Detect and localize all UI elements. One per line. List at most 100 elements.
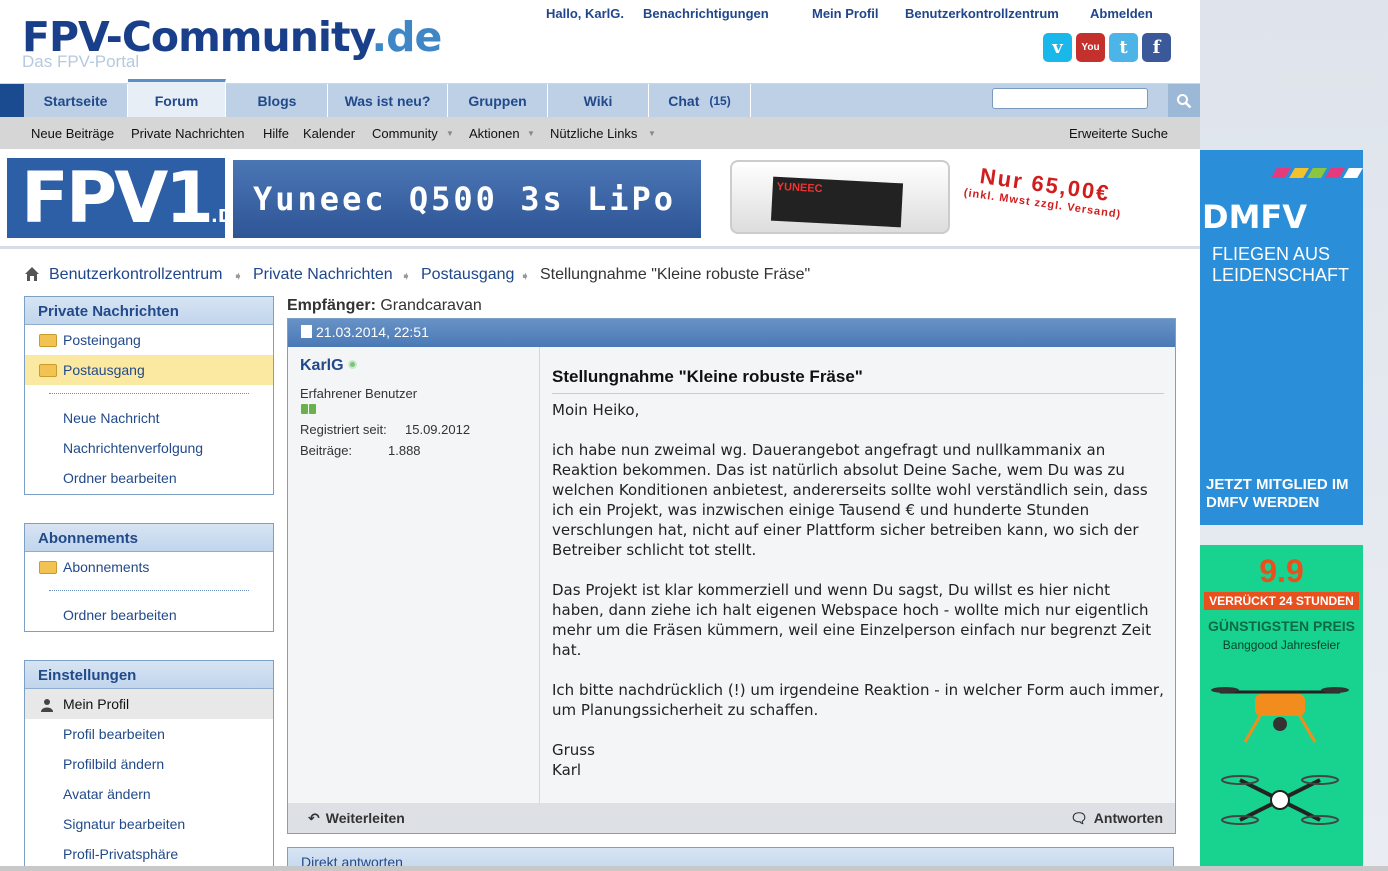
user-title: Erfahrener Benutzer — [300, 386, 418, 401]
breadcrumb-separator-icon: ➧ — [520, 269, 531, 283]
message-date: 21.03.2014, 22:51 — [316, 324, 429, 340]
online-status-icon — [347, 360, 357, 369]
message-content: Stellungnahme "Kleine robuste Fräse" Moi… — [552, 347, 1164, 800]
community-dropdown-icon[interactable]: ▼ — [446, 129, 454, 138]
subnav-useful-links[interactable]: Nützliche Links — [550, 126, 637, 141]
message-paragraph: Das Projekt ist klar kommerziell und wen… — [552, 581, 1152, 659]
recipient-name[interactable]: Grandcaravan — [380, 297, 481, 314]
user-info-panel: KarlG Erfahrener Benutzer Registriert se… — [288, 347, 540, 805]
sidebar-item-outbox[interactable]: Postausgang — [25, 355, 273, 385]
home-icon[interactable] — [24, 266, 40, 287]
battery-image: YUNEEC — [730, 160, 950, 234]
tab-chat[interactable]: Chat (15) — [649, 84, 751, 118]
sidebar-item-edit-folders[interactable]: Ordner bearbeiten — [25, 463, 273, 493]
tab-forum[interactable]: Forum — [128, 79, 226, 118]
tab-startseite[interactable]: Startseite — [24, 84, 128, 118]
my-profile-link[interactable]: Mein Profil — [812, 6, 878, 21]
sidebar-item-profile-picture[interactable]: Profilbild ändern — [25, 749, 273, 779]
usercp-link[interactable]: Benutzerkontrollzentrum — [905, 6, 1059, 21]
post-count-info: Beiträge: 1.888 — [300, 443, 421, 458]
vimeo-icon[interactable]: v — [1043, 33, 1072, 62]
tab-gruppen[interactable]: Gruppen — [448, 84, 548, 118]
sidebar-settings-title[interactable]: Einstellungen — [25, 661, 273, 689]
user-icon — [41, 699, 53, 712]
subnav-help[interactable]: Hilfe — [263, 126, 289, 141]
page: FPV-Community.de Das FPV-Portal Hallo, K… — [0, 0, 1200, 871]
search-input[interactable] — [992, 88, 1148, 109]
subnav-aktionen[interactable]: Aktionen — [469, 126, 520, 141]
message-header: 21.03.2014, 22:51 — [288, 319, 1175, 347]
twitter-icon[interactable]: t — [1109, 33, 1138, 62]
tab-was-ist-neu[interactable]: Was ist neu? — [328, 84, 448, 118]
aktionen-dropdown-icon[interactable]: ▼ — [527, 129, 535, 138]
reply-button[interactable]: 🗨 Antworten — [1070, 810, 1163, 827]
sidebar-item-message-tracking[interactable]: Nachrichtenverfolgung — [25, 433, 273, 463]
sidebar-item-avatar[interactable]: Avatar ändern — [25, 779, 273, 809]
quadcopter-image — [1221, 775, 1339, 825]
subnav-private-messages[interactable]: Private Nachrichten — [131, 126, 244, 141]
useful-links-dropdown-icon[interactable]: ▼ — [648, 129, 656, 138]
sidebar-item-my-profile[interactable]: Mein Profil — [25, 689, 273, 719]
banggood-crazy-label: VERRÜCKT 24 STUNDEN — [1204, 592, 1359, 610]
logo-text-tld: .de — [371, 13, 443, 61]
breadcrumb-separator-icon: ➧ — [233, 269, 244, 283]
sidebar-item-privacy[interactable]: Profil-Privatsphäre — [25, 839, 273, 869]
sidebar-item-edit-profile[interactable]: Profil bearbeiten — [25, 719, 273, 749]
sidebar-subscriptions-title[interactable]: Abonnements — [25, 524, 273, 552]
sidebar-item-new-message[interactable]: Neue Nachricht — [25, 403, 273, 433]
message-title: Stellungnahme "Kleine robuste Fräse" — [552, 367, 1164, 394]
sidebar-item-signature[interactable]: Signatur bearbeiten — [25, 809, 273, 839]
banner-ad[interactable]: FPV1.DE Yuneec Q500 3s LiPo YUNEEC Nur 6… — [0, 150, 1200, 248]
logout-link[interactable]: Abmelden — [1090, 6, 1153, 21]
forward-button[interactable]: ↶ Weiterleiten — [308, 810, 405, 827]
recipient-label: Empfänger: — [287, 297, 376, 314]
sidebar-item-subscriptions[interactable]: Abonnements — [25, 552, 273, 582]
sidebar-pm-title[interactable]: Private Nachrichten — [25, 297, 273, 325]
message-body: Moin Heiko, ich habe nun zweimal wg. Dau… — [552, 400, 1164, 780]
tab-blogs[interactable]: Blogs — [227, 84, 328, 118]
folder-icon — [39, 364, 57, 377]
registered-info: Registriert seit: 15.09.2012 — [300, 422, 471, 437]
sidebar-settings-box: Einstellungen Mein Profil Profil bearbei… — [24, 660, 274, 871]
message-paragraph: Ich bitte nachdrücklich (!) um irgendein… — [552, 681, 1164, 719]
tab-wiki[interactable]: Wiki — [548, 84, 649, 118]
message-post: 21.03.2014, 22:51 KarlG Erfahrener Benut… — [287, 318, 1176, 834]
dmfv-join-text: JETZT MITGLIED IM DMFV WERDEN — [1206, 476, 1349, 511]
message-paragraph: ich habe nun zweimal wg. Dauerangebot an… — [552, 441, 1148, 559]
folder-icon — [39, 561, 57, 574]
search-button[interactable] — [1168, 84, 1200, 118]
message-paragraph: Moin Heiko, — [552, 401, 640, 419]
breadcrumb-outbox[interactable]: Postausgang — [421, 266, 514, 284]
social-icons: v You t f — [1043, 33, 1171, 62]
sidebar-pm-box: Private Nachrichten Posteingang Postausg… — [24, 296, 274, 495]
sidebar-item-edit-sub-folders[interactable]: Ordner bearbeiten — [25, 600, 273, 630]
search-icon — [1177, 94, 1192, 109]
notifications-link[interactable]: Benachrichtigungen — [643, 6, 769, 21]
subnav-calendar[interactable]: Kalender — [303, 126, 355, 141]
fpv1-logo: FPV1.DE — [7, 158, 245, 238]
breadcrumb-separator-icon: ➧ — [401, 269, 412, 283]
breadcrumb-private-messages[interactable]: Private Nachrichten — [253, 266, 393, 284]
folder-icon — [39, 334, 57, 347]
recipient-line: Empfänger: Grandcaravan — [287, 297, 482, 315]
banner-product-text: Yuneec Q500 3s LiPo — [233, 160, 701, 238]
banggood-number: 9.9 — [1259, 553, 1304, 589]
youtube-icon[interactable]: You — [1076, 33, 1105, 62]
advanced-search-link[interactable]: Erweiterte Suche — [1069, 126, 1168, 141]
drone-image — [1211, 687, 1349, 743]
subnav-community[interactable]: Community — [372, 126, 438, 141]
document-icon — [301, 325, 312, 338]
subnav-new-posts[interactable]: Neue Beiträge — [31, 126, 114, 141]
dmfv-slogan: FLIEGEN AUS LEIDENSCHAFT — [1212, 244, 1350, 285]
breadcrumb-current: Stellungnahme "Kleine robuste Fräse" — [540, 266, 811, 283]
chat-count-badge: (15) — [709, 94, 731, 108]
breadcrumb-usercp[interactable]: Benutzerkontrollzentrum — [49, 266, 222, 284]
author-name[interactable]: KarlG — [300, 357, 357, 375]
tab-chat-label: Chat — [668, 93, 700, 109]
site-logo[interactable]: FPV-Community.de Das FPV-Portal — [22, 13, 443, 72]
dmfv-ad[interactable]: DMFV FLIEGEN AUS LEIDENSCHAFT JETZT MITG… — [1200, 150, 1363, 525]
greeting-link[interactable]: Hallo, KarlG. — [546, 6, 624, 21]
facebook-icon[interactable]: f — [1142, 33, 1171, 62]
message-actions: ↶ Weiterleiten 🗨 Antworten — [288, 803, 1175, 833]
sidebar-item-inbox[interactable]: Posteingang — [25, 325, 273, 355]
